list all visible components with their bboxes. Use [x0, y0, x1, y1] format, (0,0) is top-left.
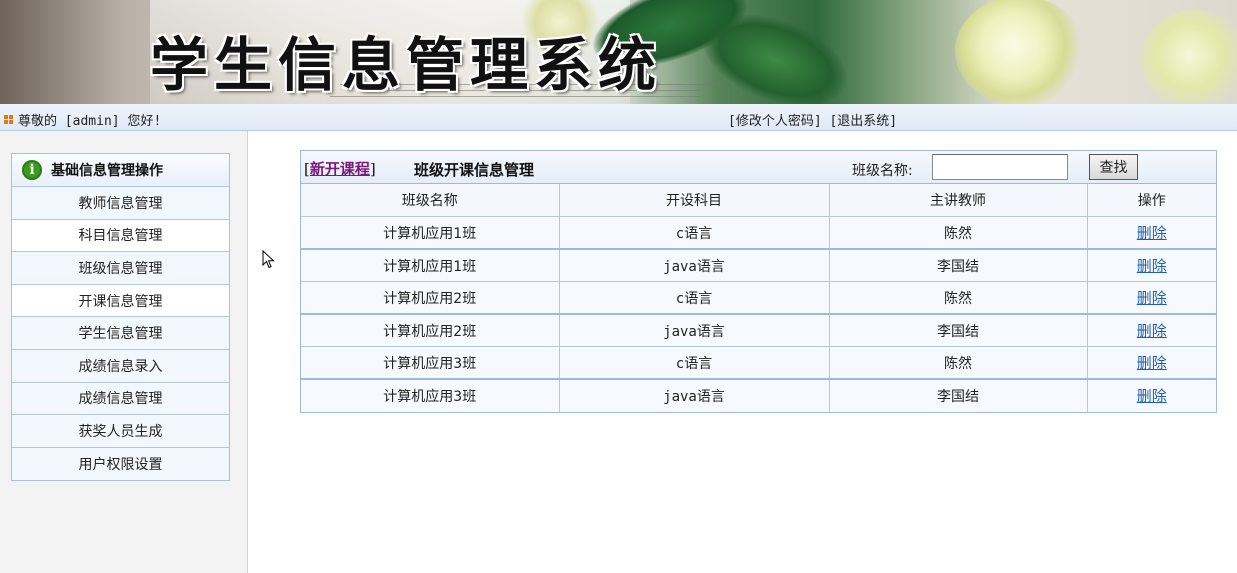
panel-title: 班级开课信息管理	[414, 161, 535, 179]
column-header: 主讲教师	[829, 184, 1088, 217]
table-row: 计算机应用1班 java语言 李国结 删除	[301, 249, 1216, 282]
action-cell: 删除	[1087, 346, 1216, 380]
subject-cell: java语言	[559, 379, 830, 412]
panel-toolbar: [新开课程] 班级开课信息管理 班级名称: 查找	[301, 151, 1216, 184]
delete-link[interactable]: 删除	[1137, 354, 1167, 372]
sidebar-item-score-entry[interactable]: 成绩信息录入	[12, 349, 229, 383]
class-name-cell: 计算机应用2班	[301, 281, 560, 315]
class-name-cell: 计算机应用1班	[301, 249, 560, 282]
class-name-search-input[interactable]	[932, 154, 1068, 180]
sidebar-item-permission[interactable]: 用户权限设置	[12, 447, 229, 481]
banner-rose	[1140, 10, 1237, 104]
subject-cell: c语言	[559, 281, 830, 315]
teacher-cell: 李国结	[829, 379, 1088, 412]
sidebar-menu: i 基础信息管理操作 教师信息管理 科目信息管理 班级信息管理 开课信息管理 学…	[11, 153, 230, 482]
delete-link[interactable]: 删除	[1137, 257, 1167, 275]
delete-link[interactable]: 删除	[1137, 289, 1167, 307]
teacher-cell: 李国结	[829, 249, 1088, 282]
action-cell: 删除	[1087, 249, 1216, 282]
logout-link[interactable]: [退出系统]	[829, 114, 897, 129]
class-name-cell: 计算机应用3班	[301, 346, 560, 380]
new-course: [新开课程]	[304, 158, 376, 179]
sidebar-header: i 基础信息管理操作	[12, 154, 229, 187]
course-panel: [新开课程] 班级开课信息管理 班级名称: 查找 班级名称 开设科目 主讲教师 …	[300, 150, 1217, 413]
info-icon: i	[22, 160, 42, 180]
mouse-cursor-icon	[262, 250, 275, 269]
top-bar: 尊敬的 [admin] 您好! [修改个人密码] [退出系统]	[0, 104, 1237, 131]
action-cell: 删除	[1087, 379, 1216, 412]
course-table: 班级名称 开设科目 主讲教师 操作 计算机应用1班 c语言 陈然 删除 计算机应…	[301, 184, 1216, 412]
column-header: 班级名称	[301, 184, 560, 217]
sidebar-item-award[interactable]: 获奖人员生成	[12, 415, 229, 448]
banner-rose	[955, 0, 1085, 104]
table-row: 计算机应用3班 c语言 陈然 删除	[301, 346, 1216, 380]
table-row: 计算机应用1班 c语言 陈然 删除	[301, 216, 1216, 250]
change-password-link[interactable]: [修改个人密码]	[728, 114, 822, 129]
sidebar-item-teacher[interactable]: 教师信息管理	[12, 187, 229, 220]
sidebar-item-student[interactable]: 学生信息管理	[12, 317, 229, 350]
table-row: 计算机应用2班 c语言 陈然 删除	[301, 281, 1216, 315]
bullet-grid-icon	[4, 115, 13, 124]
column-header: 开设科目	[559, 184, 830, 217]
teacher-cell: 李国结	[829, 314, 1088, 347]
new-course-link[interactable]: 新开课程	[310, 160, 370, 178]
subject-cell: java语言	[559, 249, 830, 282]
table-header-row: 班级名称 开设科目 主讲教师 操作	[301, 184, 1216, 217]
system-title: 学生信息管理系统	[150, 31, 663, 99]
top-links: [修改个人密码] [退出系统]	[728, 110, 897, 129]
search-label: 班级名称:	[852, 163, 913, 179]
search-button[interactable]: 查找	[1089, 154, 1138, 180]
sidebar-item-class[interactable]: 班级信息管理	[12, 252, 229, 285]
bracket-close: ]	[369, 160, 376, 178]
delete-link[interactable]: 删除	[1137, 322, 1167, 340]
column-header: 操作	[1087, 184, 1216, 217]
subject-cell: c语言	[559, 346, 830, 380]
sidebar-header-label: 基础信息管理操作	[51, 163, 163, 179]
subject-cell: java语言	[559, 314, 830, 347]
action-cell: 删除	[1087, 314, 1216, 347]
delete-link[interactable]: 删除	[1137, 224, 1167, 242]
delete-link[interactable]: 删除	[1137, 387, 1167, 405]
sidebar-item-course[interactable]: 开课信息管理	[12, 284, 229, 318]
action-cell: 删除	[1087, 216, 1216, 250]
action-cell: 删除	[1087, 281, 1216, 315]
header-banner: 学生信息管理系统	[0, 0, 1237, 104]
teacher-cell: 陈然	[829, 281, 1088, 315]
class-name-cell: 计算机应用1班	[301, 216, 560, 250]
greeting: 尊敬的 [admin] 您好!	[4, 110, 161, 129]
class-name-cell: 计算机应用3班	[301, 379, 560, 412]
subject-cell: c语言	[559, 216, 830, 250]
left-column: i 基础信息管理操作 教师信息管理 科目信息管理 班级信息管理 开课信息管理 学…	[0, 131, 248, 573]
table-row: 计算机应用2班 java语言 李国结 删除	[301, 314, 1216, 347]
greeting-text: 尊敬的 [admin] 您好!	[18, 114, 162, 129]
class-name-cell: 计算机应用2班	[301, 314, 560, 347]
sidebar-item-score-manage[interactable]: 成绩信息管理	[12, 382, 229, 416]
table-row: 计算机应用3班 java语言 李国结 删除	[301, 379, 1216, 412]
teacher-cell: 陈然	[829, 346, 1088, 380]
teacher-cell: 陈然	[829, 216, 1088, 250]
sidebar-item-subject[interactable]: 科目信息管理	[12, 219, 229, 253]
